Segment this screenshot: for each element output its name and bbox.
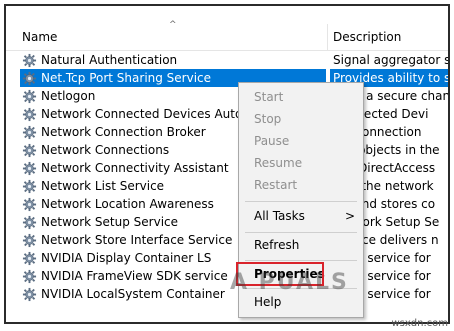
service-description: Signal aggregator ser [333,53,448,67]
gear-icon [22,287,37,302]
service-name: Network Connectivity Assistant [41,161,229,175]
service-name: Netlogon [41,89,96,103]
service-row[interactable]: NVIDIA LocalSystem Container ainer servic… [6,285,448,303]
service-name: Network Connection Broker [41,125,206,139]
service-name: NVIDIA Display Container LS [41,251,212,265]
services-list: Natural Authentication Signal aggregator … [6,51,448,303]
chevron-right-icon: > [344,209,355,223]
service-row[interactable]: Network Connected Devices Auto Connected … [6,105,448,123]
service-row[interactable]: Network Store Interface Service service d… [6,231,448,249]
service-row[interactable]: Net.Tcp Port Sharing Service Provides abi… [6,69,448,87]
gear-icon [22,251,37,266]
service-row[interactable]: Netlogon tains a secure chan [6,87,448,105]
service-name: Network Store Interface Service [41,233,233,247]
menu-item-resume[interactable]: Resume [239,152,363,174]
menu-item-all-tasks-label: All Tasks [254,209,305,223]
gear-icon [22,161,37,176]
service-name: Natural Authentication [41,53,178,67]
column-header-name[interactable]: Name [22,30,57,44]
menu-item-pause[interactable]: Pause [239,130,363,152]
menu-item-all-tasks[interactable]: All Tasks > [239,205,363,227]
service-row[interactable]: Network List Service ifies the network [6,177,448,195]
service-name-cell[interactable]: Natural Authentication [20,51,326,69]
watermark-logo: A PUALS [230,270,349,295]
gear-icon [22,89,37,104]
menu-item-restart[interactable]: Restart [239,174,363,196]
service-name: Network Setup Service [41,215,179,229]
menu-separator [245,232,357,233]
service-row[interactable]: Network Location Awareness cts and stores… [6,195,448,213]
menu-item-refresh[interactable]: Refresh [239,234,363,256]
service-description-cell[interactable]: Signal aggregator ser [330,51,448,69]
service-name: NVIDIA LocalSystem Container [41,287,225,301]
services-window: ^ Name Description Natural Authenticatio… [4,4,450,324]
menu-item-start[interactable]: Start [239,86,363,108]
column-divider[interactable] [327,24,328,50]
menu-separator [245,260,357,261]
gear-icon [22,197,37,212]
gear-icon [22,269,37,284]
gear-icon [22,71,37,86]
service-name: Net.Tcp Port Sharing Service [41,71,212,85]
gear-icon [22,125,37,140]
service-name: NVIDIA FrameView SDK service [41,269,228,283]
sort-indicator[interactable]: ^ [169,20,177,30]
credit-text: wsxdn.com [391,318,448,329]
service-name: Network Connections [41,143,170,157]
gear-icon [22,107,37,122]
gear-icon [22,233,37,248]
service-row[interactable]: NVIDIA FrameView SDK service ainer servic… [6,267,448,285]
service-row[interactable]: Network Connections ges objects in the [6,141,448,159]
service-row[interactable]: Network Connection Broker ers connection [6,123,448,141]
service-row[interactable]: Network Setup Service network Setup Se [6,213,448,231]
gear-icon [22,53,37,68]
service-name: Network Connected Devices Auto [41,107,243,121]
service-name: Network List Service [41,179,165,193]
service-name: Network Location Awareness [41,197,214,211]
service-row[interactable]: Natural Authentication Signal aggregator … [6,51,448,69]
service-row[interactable]: Network Connectivity Assistant des Direct… [6,159,448,177]
gear-icon [22,179,37,194]
column-header-description[interactable]: Description [333,30,401,44]
menu-item-stop[interactable]: Stop [239,108,363,130]
service-row[interactable]: NVIDIA Display Container LS ainer service… [6,249,448,267]
gear-icon [22,143,37,158]
gear-icon [22,215,37,230]
menu-separator [245,201,357,202]
list-header: ^ Name Description [6,6,448,51]
